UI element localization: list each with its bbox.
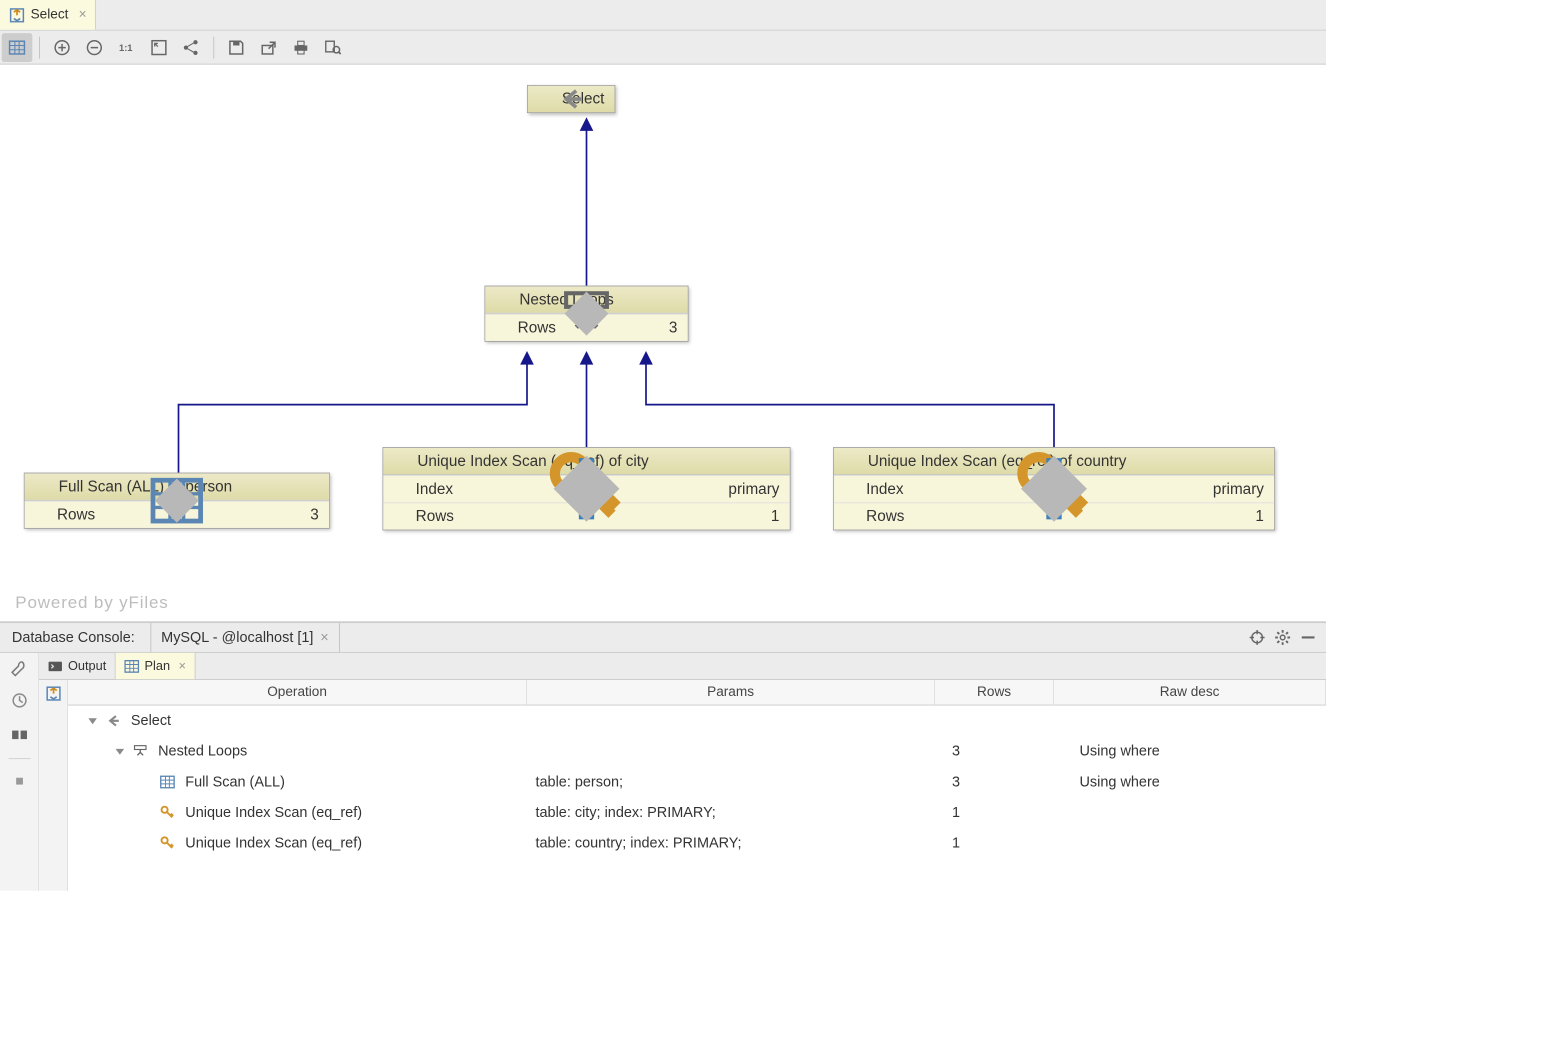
print-button[interactable] xyxy=(286,33,317,62)
grid-icon xyxy=(160,774,175,789)
tab-label: Plan xyxy=(145,659,171,673)
zoom-in-button[interactable] xyxy=(47,33,78,62)
raw-cell: Using where xyxy=(1054,743,1326,760)
grid-toggle-button[interactable] xyxy=(2,33,33,62)
col-raw[interactable]: Raw desc xyxy=(1054,680,1326,705)
save-button[interactable] xyxy=(221,33,252,62)
close-icon[interactable]: × xyxy=(320,629,328,646)
table-row[interactable]: Unique Index Scan (eq_ref) table: city; i… xyxy=(68,797,1326,828)
zoom-out-button[interactable] xyxy=(79,33,110,62)
tab-label: Select xyxy=(31,7,69,22)
diamond-icon xyxy=(496,320,511,335)
col-params[interactable]: Params xyxy=(527,680,935,705)
node-nested-loops[interactable]: Nested Loops Rows 3 xyxy=(485,286,689,342)
arrow-left-icon xyxy=(105,713,120,728)
table-row[interactable]: Unique Index Scan (eq_ref) table: country… xyxy=(68,828,1326,859)
diamond-icon xyxy=(35,507,50,522)
node-fullscan-person[interactable]: Full Scan (ALL) of person Rows 3 xyxy=(24,473,330,529)
params-cell: table: city; index: PRIMARY; xyxy=(527,804,935,821)
table-row[interactable]: Nested Loops 3Using where xyxy=(68,736,1326,767)
node-indexscan-country[interactable]: Unique Index Scan (eq_ref) of country In… xyxy=(833,447,1275,530)
target-button[interactable] xyxy=(1244,625,1270,651)
arrow-left-icon xyxy=(538,91,555,108)
plan-diagram[interactable]: Select Nested Loops Rows 3 Full Scan (AL… xyxy=(0,65,1326,623)
connection-tab[interactable]: MySQL - @localhost [1] × xyxy=(150,623,340,652)
op-label: Select xyxy=(131,712,171,729)
tab-label: Output xyxy=(68,659,106,673)
grid-icon xyxy=(124,658,139,673)
params-cell: table: person; xyxy=(527,774,935,791)
node-indexscan-city[interactable]: Unique Index Scan (eq_ref) of city Index… xyxy=(383,447,791,530)
rows-cell: 1 xyxy=(935,835,1054,852)
clock-icon[interactable] xyxy=(9,690,29,710)
params-cell: table: country; index: PRIMARY; xyxy=(527,835,935,852)
square-icon[interactable] xyxy=(9,771,29,791)
op-label: Full Scan (ALL) xyxy=(185,774,285,791)
select-icon xyxy=(9,6,26,23)
op-label: Unique Index Scan (eq_ref) xyxy=(185,804,362,821)
nested-icon xyxy=(133,744,148,759)
node-select[interactable]: Select xyxy=(527,85,615,113)
console-panel: Output Plan × Operation Params Rows Raw … xyxy=(0,653,1326,891)
op-label: Unique Index Scan (eq_ref) xyxy=(185,835,362,852)
tab-plan[interactable]: Plan × xyxy=(116,653,196,679)
table-body: SelectNested Loops3Using whereFull Scan … xyxy=(68,706,1326,891)
settings-button[interactable] xyxy=(1270,625,1296,651)
close-icon[interactable]: × xyxy=(179,659,186,673)
tab-output[interactable]: Output xyxy=(39,653,116,679)
console-title: Database Console: xyxy=(12,629,135,646)
layout-button[interactable] xyxy=(176,33,207,62)
connection-label: MySQL - @localhost [1] xyxy=(161,629,313,646)
hide-button[interactable] xyxy=(1295,625,1321,651)
rows-cell: 1 xyxy=(935,804,1054,821)
disclosure-icon[interactable] xyxy=(116,748,125,754)
rows-cell: 3 xyxy=(935,774,1054,791)
tool-gutter xyxy=(0,653,39,891)
console-icon xyxy=(48,658,63,673)
close-icon[interactable]: × xyxy=(79,7,87,22)
table-row[interactable]: Full Scan (ALL) table: person;3Using wher… xyxy=(68,767,1326,798)
console-subtabs: Output Plan × xyxy=(39,653,1326,680)
panes-icon[interactable] xyxy=(9,723,29,743)
raw-cell: Using where xyxy=(1054,774,1326,791)
preview-search-button[interactable] xyxy=(318,33,349,62)
diamond-icon xyxy=(394,509,409,524)
disclosure-icon[interactable] xyxy=(88,718,97,724)
tab-select[interactable]: Select × xyxy=(0,0,96,30)
zoom-actual-button[interactable] xyxy=(111,33,142,62)
rows-cell: 3 xyxy=(935,743,1054,760)
col-operation[interactable]: Operation xyxy=(68,680,527,705)
side-toggle[interactable] xyxy=(39,680,68,891)
op-label: Nested Loops xyxy=(158,743,247,760)
wrench-icon[interactable] xyxy=(9,658,29,678)
plan-table: Operation Params Rows Raw desc Select Nes… xyxy=(39,680,1326,891)
key-icon xyxy=(160,836,175,851)
watermark: Powered by yFiles xyxy=(15,593,168,613)
fit-content-button[interactable] xyxy=(144,33,175,62)
edges xyxy=(0,65,1326,622)
diagram-toolbar xyxy=(0,31,1326,65)
diamond-icon xyxy=(844,509,859,524)
table-row[interactable]: Select xyxy=(68,706,1326,737)
export-button[interactable] xyxy=(253,33,284,62)
table-header: Operation Params Rows Raw desc xyxy=(68,680,1326,706)
key-icon xyxy=(160,805,175,820)
col-rows[interactable]: Rows xyxy=(935,680,1054,705)
editor-tabs: Select × xyxy=(0,0,1326,31)
console-header: Database Console: MySQL - @localhost [1]… xyxy=(0,622,1326,653)
